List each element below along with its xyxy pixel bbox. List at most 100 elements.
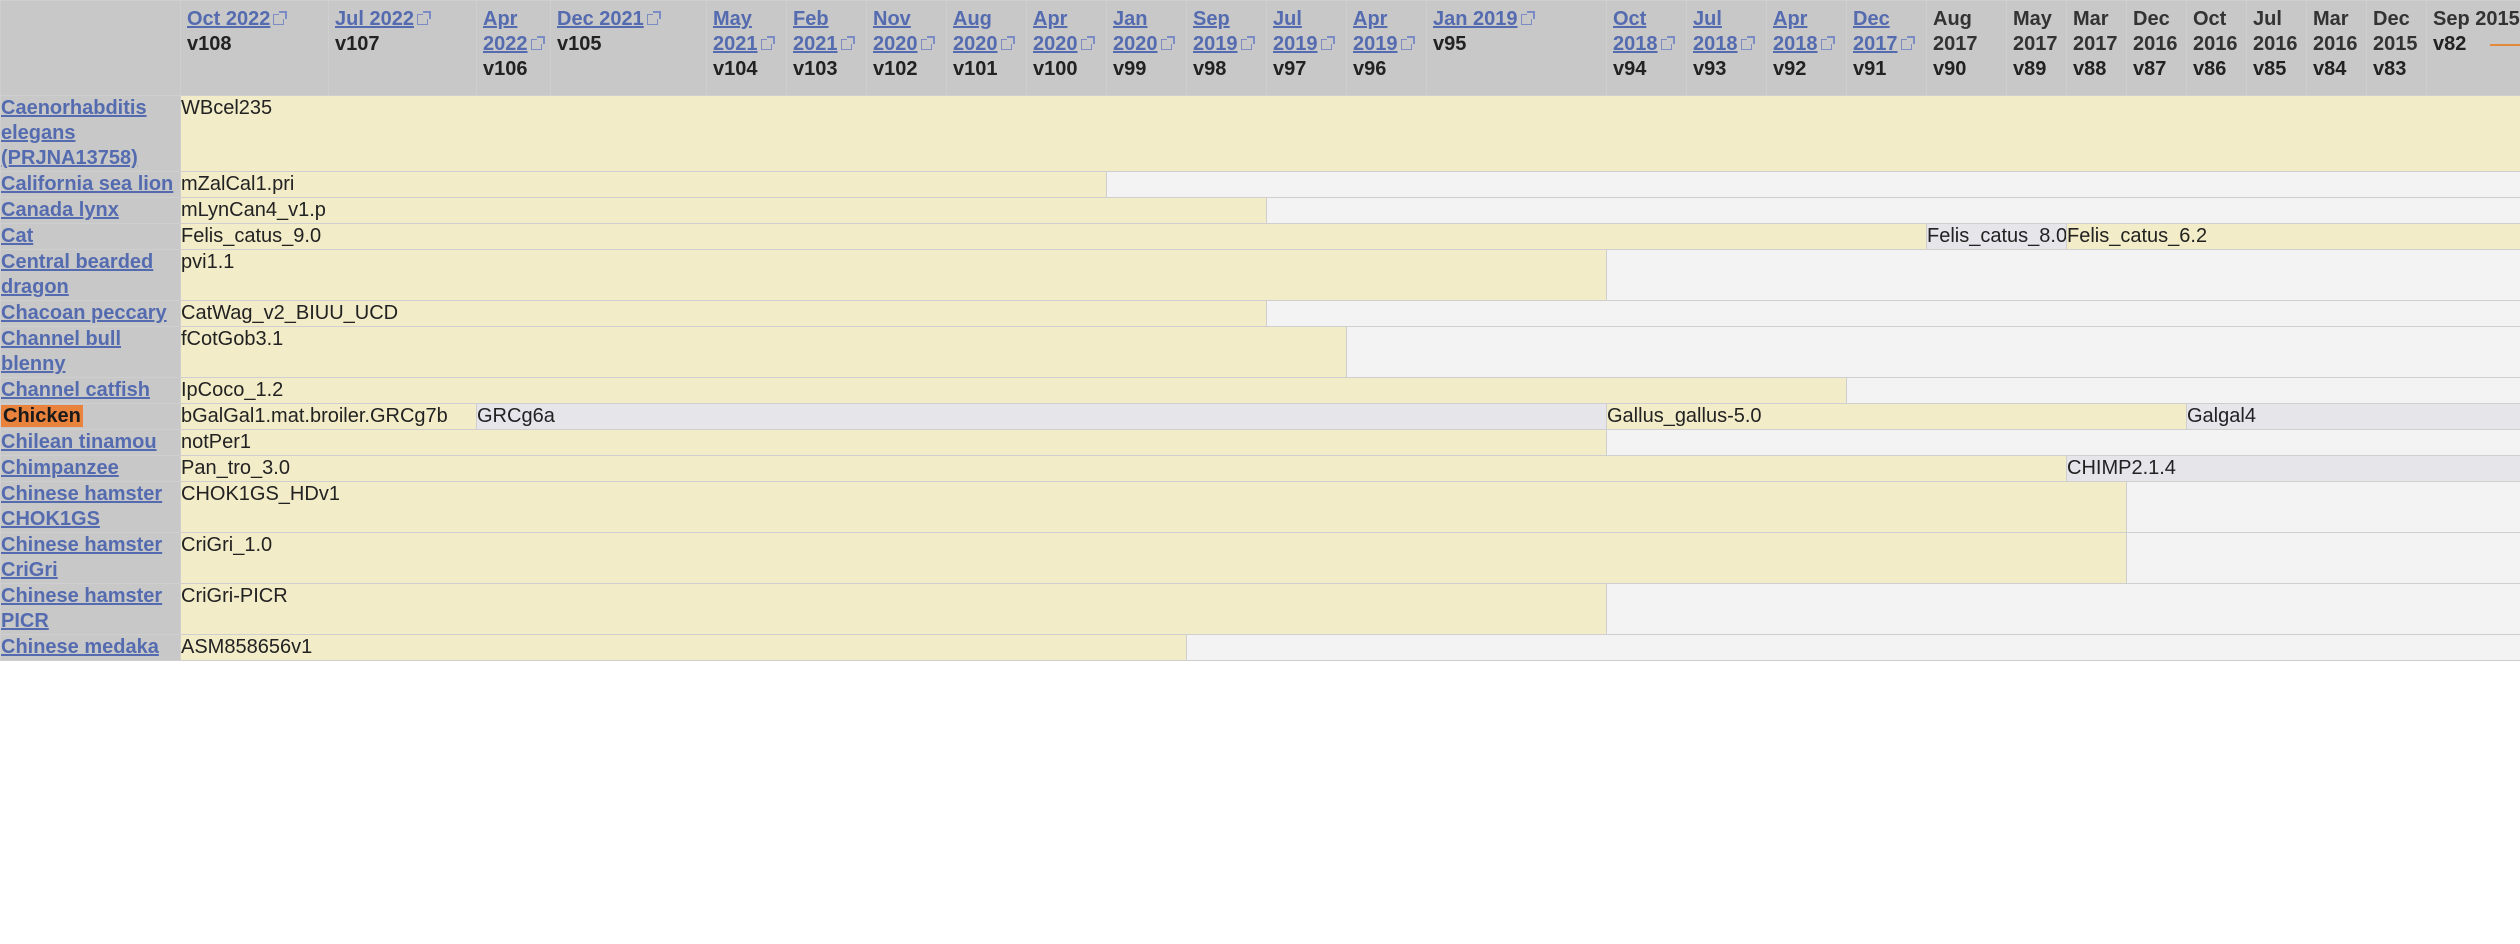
release-date-v108[interactable]: Oct 2022 bbox=[187, 8, 270, 30]
release-date-v104[interactable]: May 2021 bbox=[713, 8, 758, 55]
release-version-v92: v92 bbox=[1773, 58, 1807, 80]
release-header-v95[interactable]: Jan 2019 v95 bbox=[1426, 0, 1607, 96]
external-link-icon[interactable] bbox=[840, 36, 855, 50]
species-cell[interactable]: Channel bull blenny bbox=[0, 326, 181, 378]
external-link-icon[interactable] bbox=[1240, 36, 1255, 50]
species-link[interactable]: Chinese hamster CriGri bbox=[2, 534, 163, 581]
release-header-v100[interactable]: Apr 2020 v100 bbox=[1026, 0, 1107, 96]
species-link[interactable]: Chinese medaka bbox=[2, 636, 159, 658]
release-version-v89: v89 bbox=[2013, 58, 2047, 80]
table-row: Chicken bGalGal1.mat.broiler.GRCg7b GRCg6a… bbox=[0, 403, 2520, 430]
release-header-v97[interactable]: Jul 2019 v97 bbox=[1266, 0, 1347, 96]
release-date-v91[interactable]: Dec 2017 bbox=[1853, 8, 1898, 55]
release-header-v107[interactable]: Jul 2022 v107 bbox=[328, 0, 477, 96]
release-header-v104[interactable]: May 2021 v104 bbox=[706, 0, 787, 96]
external-link-icon[interactable] bbox=[1660, 36, 1675, 50]
assembly-cell: Galgal4 bbox=[2186, 403, 2520, 430]
species-link[interactable]: Chimpanzee bbox=[2, 457, 119, 479]
table-row: Channel catfish IpCoco_1.2 bbox=[0, 377, 2520, 404]
release-date-v100[interactable]: Apr 2020 bbox=[1033, 8, 1078, 55]
release-version-v108: v108 bbox=[187, 33, 232, 55]
external-link-icon[interactable] bbox=[646, 11, 661, 25]
external-link-icon[interactable] bbox=[273, 11, 288, 25]
species-link[interactable]: Chicken bbox=[1, 405, 83, 427]
species-link[interactable]: Cat bbox=[2, 225, 34, 247]
species-cell[interactable]: Chinese hamster CHOK1GS bbox=[0, 481, 181, 533]
release-date-v102[interactable]: Nov 2020 bbox=[873, 8, 918, 55]
species-cell[interactable]: California sea lion bbox=[0, 171, 181, 198]
species-link[interactable]: Chinese hamster CHOK1GS bbox=[2, 483, 163, 530]
assembly-cell: Felis_catus_9.0 bbox=[180, 223, 1927, 250]
external-link-icon[interactable] bbox=[1320, 36, 1335, 50]
release-date-v95[interactable]: Jan 2019 bbox=[1433, 8, 1518, 30]
release-header-v92[interactable]: Apr 2018 v92 bbox=[1766, 0, 1847, 96]
external-link-icon[interactable] bbox=[760, 36, 775, 50]
release-date-v98[interactable]: Sep 2019 bbox=[1193, 8, 1238, 55]
species-cell[interactable]: Cat bbox=[0, 223, 181, 250]
release-date-v103[interactable]: Feb 2021 bbox=[793, 8, 838, 55]
release-header-v101[interactable]: Aug 2020 v101 bbox=[946, 0, 1027, 96]
table-row: Caenorhabditis elegans (PRJNA13758) WBcel… bbox=[0, 95, 2520, 172]
external-link-icon[interactable] bbox=[1080, 36, 1095, 50]
release-header-v86: Oct 2016 v86 bbox=[2186, 0, 2247, 96]
release-date-v86: Oct 2016 bbox=[2193, 8, 2238, 55]
species-cell[interactable]: Chinese medaka bbox=[0, 634, 181, 661]
species-link[interactable]: California sea lion bbox=[2, 173, 174, 195]
release-header-v96[interactable]: Apr 2019 v96 bbox=[1346, 0, 1427, 96]
assembly-cell: CHOK1GS_HDv1 bbox=[180, 481, 2127, 533]
release-date-v99[interactable]: Jan 2020 bbox=[1113, 8, 1158, 55]
species-link[interactable]: Chacoan peccary bbox=[2, 302, 167, 324]
assembly-cell: Felis_catus_6.2 bbox=[2066, 223, 2520, 250]
external-link-icon[interactable] bbox=[1820, 36, 1835, 50]
species-cell[interactable]: Chinese hamster PICR bbox=[0, 583, 181, 635]
external-link-icon[interactable] bbox=[1160, 36, 1175, 50]
release-header-v99[interactable]: Jan 2020 v99 bbox=[1106, 0, 1187, 96]
release-header-v94[interactable]: Oct 2018 v94 bbox=[1606, 0, 1687, 96]
external-link-icon[interactable] bbox=[530, 36, 545, 50]
species-link[interactable]: Channel catfish bbox=[2, 379, 150, 401]
species-cell[interactable]: Chilean tinamou bbox=[0, 429, 181, 456]
species-link[interactable]: Caenorhabditis elegans (PRJNA13758) bbox=[2, 97, 147, 169]
table-row: Cat Felis_catus_9.0 Felis_catus_8.0 Felis_c… bbox=[0, 223, 2520, 250]
species-link[interactable]: Channel bull blenny bbox=[2, 328, 122, 375]
species-cell[interactable]: Canada lynx bbox=[0, 197, 181, 224]
external-link-icon[interactable] bbox=[1000, 36, 1015, 50]
release-header-v93[interactable]: Jul 2018 v93 bbox=[1686, 0, 1767, 96]
external-link-icon[interactable] bbox=[1740, 36, 1755, 50]
release-date-v106[interactable]: Apr 2022 bbox=[483, 8, 528, 55]
species-link[interactable]: Chinese hamster PICR bbox=[2, 585, 163, 632]
species-cell[interactable]: Chacoan peccary bbox=[0, 300, 181, 327]
species-link[interactable]: Central bearded dragon bbox=[2, 251, 154, 298]
release-header-v91[interactable]: Dec 2017 v91 bbox=[1846, 0, 1927, 96]
release-header-v102[interactable]: Nov 2020 v102 bbox=[866, 0, 947, 96]
empty-release-cell bbox=[1606, 429, 2520, 456]
species-cell[interactable]: Chicken bbox=[0, 403, 181, 430]
release-date-v97[interactable]: Jul 2019 bbox=[1273, 8, 1318, 55]
external-link-icon[interactable] bbox=[416, 11, 431, 25]
external-link-icon[interactable] bbox=[1400, 36, 1415, 50]
species-link[interactable]: Canada lynx bbox=[2, 199, 119, 221]
release-date-v105[interactable]: Dec 2021 bbox=[557, 8, 644, 30]
scroll-indicator bbox=[2490, 44, 2520, 46]
release-header-v108[interactable]: Oct 2022 v108 bbox=[180, 0, 329, 96]
external-link-icon[interactable] bbox=[1520, 11, 1535, 25]
species-link[interactable]: Chilean tinamou bbox=[2, 431, 157, 453]
species-cell[interactable]: Caenorhabditis elegans (PRJNA13758) bbox=[0, 95, 181, 172]
species-cell[interactable]: Chinese hamster CriGri bbox=[0, 532, 181, 584]
release-date-v94[interactable]: Oct 2018 bbox=[1613, 8, 1658, 55]
species-cell[interactable]: Channel catfish bbox=[0, 377, 181, 404]
release-header-v103[interactable]: Feb 2021 v103 bbox=[786, 0, 867, 96]
release-date-v96[interactable]: Apr 2019 bbox=[1353, 8, 1398, 55]
release-date-v107[interactable]: Jul 2022 bbox=[335, 8, 414, 30]
release-date-v92[interactable]: Apr 2018 bbox=[1773, 8, 1818, 55]
release-date-v101[interactable]: Aug 2020 bbox=[953, 8, 998, 55]
species-cell[interactable]: Chimpanzee bbox=[0, 455, 181, 482]
assembly-cell: mZalCal1.pri bbox=[180, 171, 1107, 198]
release-header-v98[interactable]: Sep 2019 v98 bbox=[1186, 0, 1267, 96]
release-header-v106[interactable]: Apr 2022 v106 bbox=[476, 0, 551, 96]
release-header-v105[interactable]: Dec 2021 v105 bbox=[550, 0, 707, 96]
external-link-icon[interactable] bbox=[1900, 36, 1915, 50]
release-date-v93[interactable]: Jul 2018 bbox=[1693, 8, 1738, 55]
species-cell[interactable]: Central bearded dragon bbox=[0, 249, 181, 301]
external-link-icon[interactable] bbox=[920, 36, 935, 50]
